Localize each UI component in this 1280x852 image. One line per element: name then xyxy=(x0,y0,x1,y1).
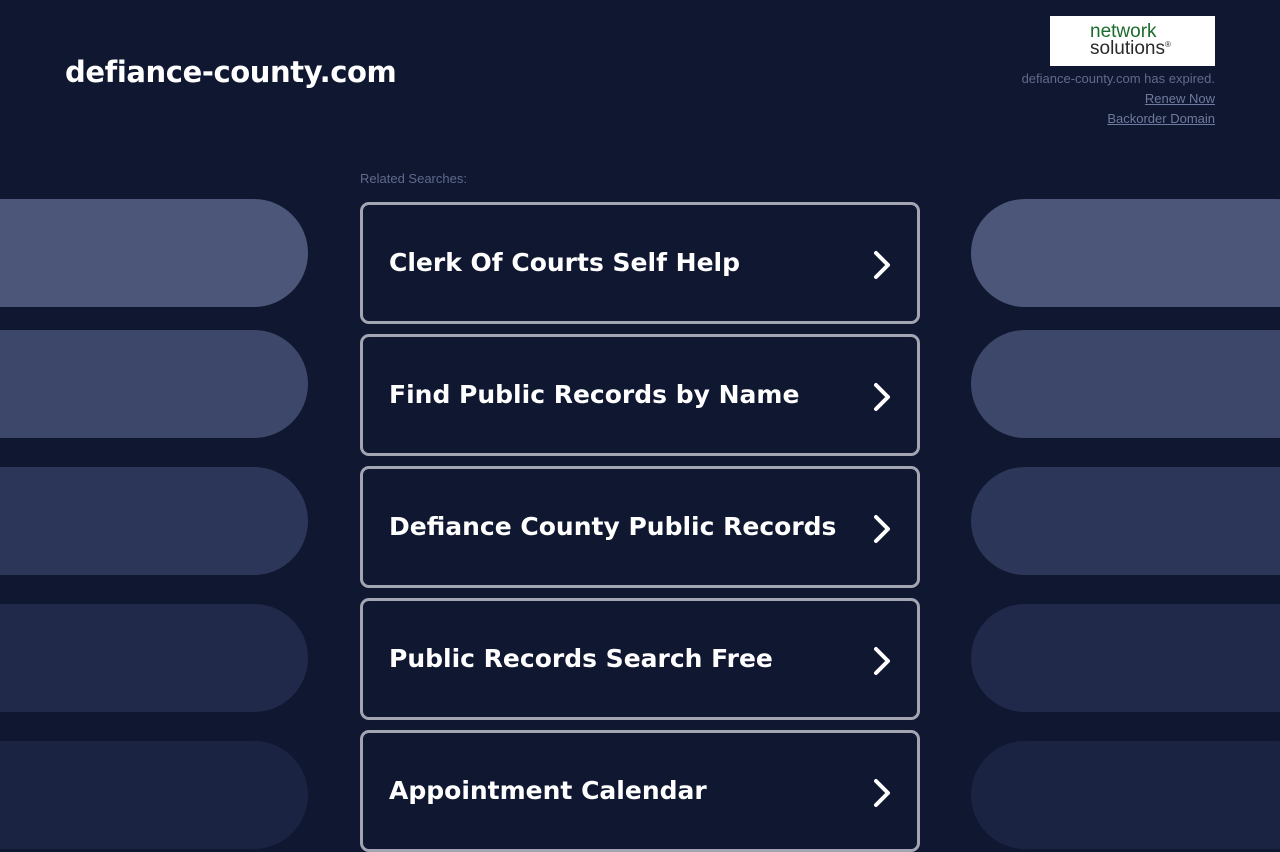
related-search-label: Clerk Of Courts Self Help xyxy=(389,248,741,277)
decor-pill-left-1 xyxy=(0,199,308,307)
related-search-link[interactable]: Appointment Calendar xyxy=(360,730,920,852)
site-title: defiance-county.com xyxy=(65,55,397,89)
decor-pill-right-1 xyxy=(971,199,1280,307)
decor-pill-right-5 xyxy=(971,741,1280,849)
logo-text-solutions: solutions xyxy=(1090,38,1165,59)
related-search-label: Public Records Search Free xyxy=(389,644,773,673)
decor-pill-right-3 xyxy=(971,467,1280,575)
decor-pill-right-2 xyxy=(971,330,1280,438)
related-search-label: Appointment Calendar xyxy=(389,776,707,805)
related-search-link[interactable]: Find Public Records by Name xyxy=(360,334,920,456)
related-search-link[interactable]: Defiance County Public Records xyxy=(360,466,920,588)
related-search-label: Defiance County Public Records xyxy=(389,512,837,541)
chevron-right-icon xyxy=(874,383,890,411)
decor-pill-left-4 xyxy=(0,604,308,712)
related-searches-label: Related Searches: xyxy=(360,171,467,186)
chevron-right-icon xyxy=(874,779,890,807)
chevron-right-icon xyxy=(874,647,890,675)
decor-pill-left-2 xyxy=(0,330,308,438)
related-search-label: Find Public Records by Name xyxy=(389,380,800,409)
decor-pill-right-4 xyxy=(971,604,1280,712)
related-search-link[interactable]: Public Records Search Free xyxy=(360,598,920,720)
expired-notice: defiance-county.com has expired. xyxy=(1021,71,1215,86)
backorder-domain-link[interactable]: Backorder Domain xyxy=(915,109,1215,129)
renew-now-link[interactable]: Renew Now xyxy=(915,89,1215,109)
chevron-right-icon xyxy=(874,251,890,279)
logo-registered-mark: ® xyxy=(1165,40,1171,49)
related-search-link[interactable]: Clerk Of Courts Self Help xyxy=(360,202,920,324)
decor-pill-left-3 xyxy=(0,467,308,575)
registrar-panel: network solutions® defiance-county.com h… xyxy=(915,16,1215,129)
network-solutions-logo[interactable]: network solutions® xyxy=(1050,16,1215,66)
decor-pill-left-5 xyxy=(0,741,308,849)
chevron-right-icon xyxy=(874,515,890,543)
